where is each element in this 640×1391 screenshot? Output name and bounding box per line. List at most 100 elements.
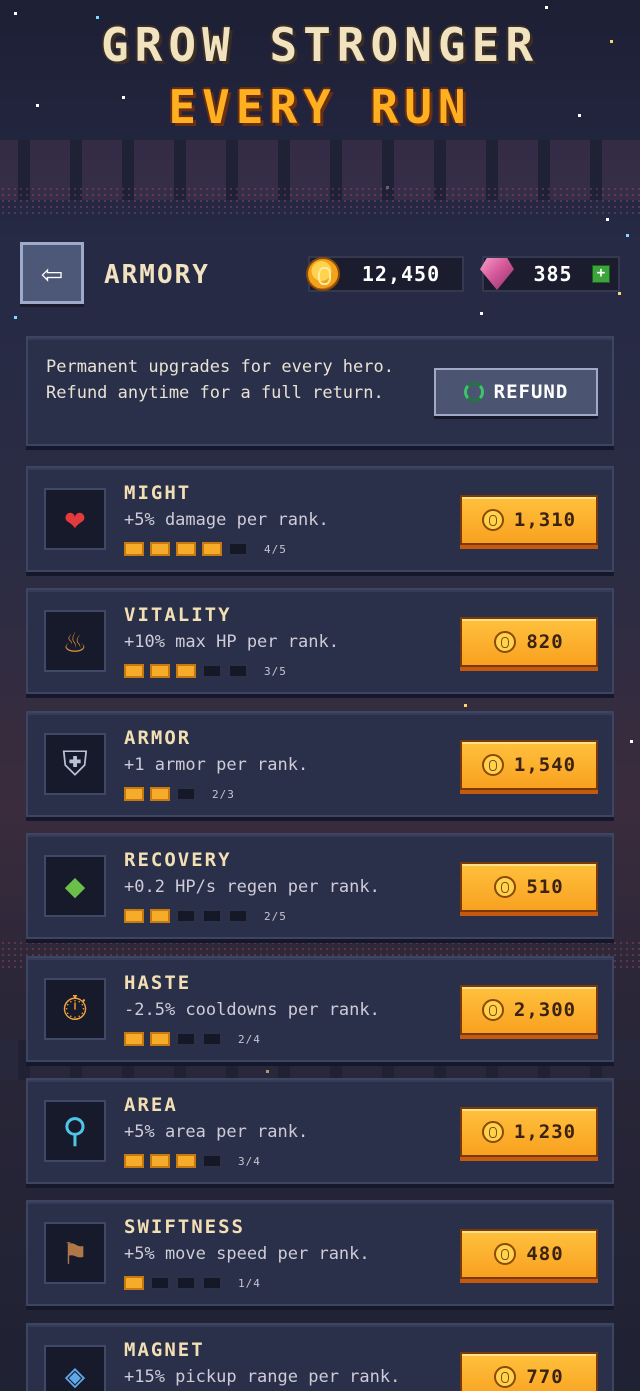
coin-balance: 12,450 bbox=[306, 256, 464, 292]
rank-count: 2/4 bbox=[238, 1032, 261, 1046]
rank-pip-filled bbox=[150, 542, 170, 556]
back-button[interactable]: ⇦ bbox=[20, 242, 84, 304]
upgrade-description: +0.2 HP/s regen per rank. bbox=[124, 877, 380, 897]
rank-progress: 2/4 bbox=[124, 1032, 261, 1046]
rank-pip-filled bbox=[124, 787, 144, 801]
upgrade-card-area: ⚲ AREA +5% area per rank. 3/4 1,230 bbox=[26, 1078, 614, 1184]
rank-progress: 3/4 bbox=[124, 1154, 261, 1168]
rank-pip-filled bbox=[124, 909, 144, 923]
top-bar: ⇦ ARMORY 12,450 385 + bbox=[20, 242, 620, 306]
rank-pip-filled bbox=[150, 909, 170, 923]
buy-haste-button[interactable]: 2,300 bbox=[460, 985, 598, 1035]
upgrade-price: 510 bbox=[526, 876, 564, 898]
stew-bowl-icon: ♨ bbox=[44, 610, 106, 672]
magnifier-icon: ⚲ bbox=[44, 1100, 106, 1162]
rank-pip-empty bbox=[176, 909, 196, 923]
rank-pip-empty bbox=[202, 909, 222, 923]
rank-pip-filled bbox=[150, 664, 170, 678]
promo-headline: GROW STRONGER EVERY RUN bbox=[0, 18, 640, 134]
coin-balance-value: 12,450 bbox=[361, 262, 441, 286]
upgrade-name: AREA bbox=[124, 1094, 178, 1116]
upgrade-price: 480 bbox=[526, 1243, 564, 1265]
heart-icon: ❤ bbox=[44, 488, 106, 550]
winged-boot-icon: ⚑ bbox=[44, 1222, 106, 1284]
upgrade-card-armor: ⛨ ARMOR +1 armor per rank. 2/3 1,540 bbox=[26, 711, 614, 817]
rank-count: 3/4 bbox=[238, 1154, 261, 1168]
rank-progress: 3/5 bbox=[124, 664, 287, 678]
screen-title: ARMORY bbox=[104, 260, 210, 290]
upgrade-name: SWIFTNESS bbox=[124, 1216, 245, 1238]
headline-line-1: GROW STRONGER bbox=[100, 18, 540, 72]
dither-band bbox=[0, 186, 640, 214]
rank-pip-empty bbox=[202, 1154, 222, 1168]
coin-icon bbox=[481, 1121, 504, 1143]
coin-icon bbox=[494, 631, 517, 653]
gem-balance: 385 + bbox=[480, 256, 620, 292]
amulet-icon: ◆ bbox=[44, 855, 106, 917]
upgrade-description: +5% move speed per rank. bbox=[124, 1244, 370, 1264]
upgrade-card-recovery: ◆ RECOVERY +0.2 HP/s regen per rank. 2/5 510 bbox=[26, 833, 614, 939]
coin-icon bbox=[494, 1366, 517, 1388]
upgrade-price: 820 bbox=[526, 631, 564, 653]
upgrade-price: 2,300 bbox=[513, 999, 577, 1021]
buy-vitality-button[interactable]: 820 bbox=[460, 617, 598, 667]
upgrade-description: +1 armor per rank. bbox=[124, 755, 309, 775]
rank-pip-empty bbox=[176, 1276, 196, 1290]
rank-pip-filled bbox=[124, 1276, 144, 1290]
intro-panel: Permanent upgrades for every hero. Refun… bbox=[26, 336, 614, 446]
magnet-gem-icon: ◈ bbox=[44, 1345, 106, 1391]
rank-count: 2/5 bbox=[264, 909, 287, 923]
upgrade-card-vitality: ♨ VITALITY +10% max HP per rank. 3/5 820 bbox=[26, 588, 614, 694]
coin-icon bbox=[481, 754, 504, 776]
rank-pip-empty bbox=[176, 1032, 196, 1046]
rank-pip-filled bbox=[124, 1154, 144, 1168]
upgrade-name: HASTE bbox=[124, 972, 192, 994]
upgrade-price: 1,540 bbox=[513, 754, 577, 776]
buy-might-button[interactable]: 1,310 bbox=[460, 495, 598, 545]
rank-count: 4/5 bbox=[264, 542, 287, 556]
upgrade-name: MAGNET bbox=[124, 1339, 205, 1361]
left-arrow-icon: ⇦ bbox=[41, 252, 63, 294]
intro-text: Permanent upgrades for every hero. Refun… bbox=[46, 357, 394, 403]
coin-icon bbox=[481, 509, 504, 531]
upgrade-description: +5% area per rank. bbox=[124, 1122, 309, 1142]
upgrade-price: 1,230 bbox=[513, 1121, 577, 1143]
rank-count: 3/5 bbox=[264, 664, 287, 678]
upgrade-card-swiftness: ⚑ SWIFTNESS +5% move speed per rank. 1/4 480 bbox=[26, 1200, 614, 1306]
upgrade-description: +15% pickup range per rank. bbox=[124, 1367, 401, 1387]
rank-pip-filled bbox=[124, 542, 144, 556]
rank-pip-filled bbox=[176, 664, 196, 678]
upgrade-description: +5% damage per rank. bbox=[124, 510, 329, 530]
upgrade-description: -2.5% cooldowns per rank. bbox=[124, 1000, 380, 1020]
buy-recovery-button[interactable]: 510 bbox=[460, 862, 598, 912]
coin-icon bbox=[494, 1243, 517, 1265]
rank-pip-filled bbox=[124, 664, 144, 678]
rank-pip-filled bbox=[176, 542, 196, 556]
headline-line-2: EVERY RUN bbox=[168, 80, 472, 134]
buy-area-button[interactable]: 1,230 bbox=[460, 1107, 598, 1157]
buy-magnet-button[interactable]: 770 bbox=[460, 1352, 598, 1391]
upgrade-name: RECOVERY bbox=[124, 849, 232, 871]
rank-pip-filled bbox=[150, 1032, 170, 1046]
rank-pip-empty bbox=[176, 787, 196, 801]
rank-progress: 2/3 bbox=[124, 787, 235, 801]
rank-count: 1/4 bbox=[238, 1276, 261, 1290]
upgrade-name: MIGHT bbox=[124, 482, 192, 504]
refund-button[interactable]: REFUND bbox=[434, 368, 598, 416]
buy-swiftness-button[interactable]: 480 bbox=[460, 1229, 598, 1279]
upgrade-description: +10% max HP per rank. bbox=[124, 632, 339, 652]
rank-pip-filled bbox=[150, 1154, 170, 1168]
add-gems-button[interactable]: + bbox=[592, 265, 610, 283]
buy-armor-button[interactable]: 1,540 bbox=[460, 740, 598, 790]
gem-icon bbox=[480, 258, 514, 290]
coin-icon bbox=[306, 257, 340, 291]
rank-pip-filled bbox=[150, 787, 170, 801]
coin-icon bbox=[481, 999, 504, 1021]
rank-pip-empty bbox=[202, 664, 222, 678]
rank-pip-filled bbox=[202, 542, 222, 556]
rank-pip-empty bbox=[202, 1276, 222, 1290]
rank-pip-filled bbox=[176, 1154, 196, 1168]
rank-count: 2/3 bbox=[212, 787, 235, 801]
rank-pip-empty bbox=[202, 1032, 222, 1046]
gem-balance-value: 385 bbox=[533, 262, 573, 286]
